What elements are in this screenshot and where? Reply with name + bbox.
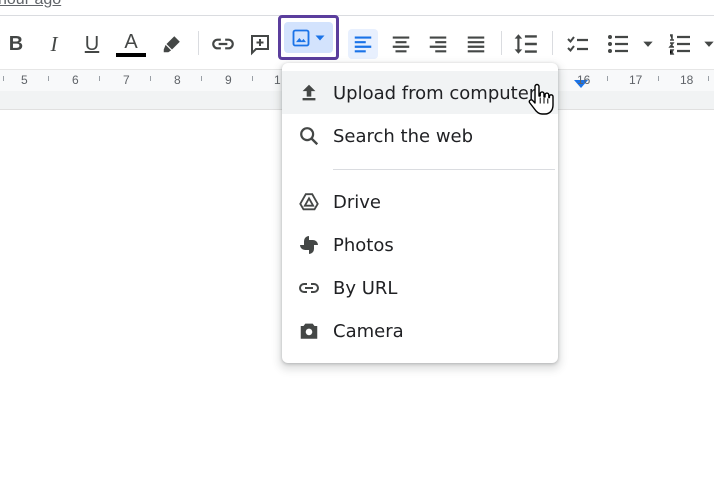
caret-down-icon xyxy=(643,41,653,47)
link-icon xyxy=(212,38,234,50)
align-right-icon xyxy=(429,36,447,53)
ruler-number: 1 xyxy=(274,73,281,87)
caret-down-icon xyxy=(704,41,714,47)
bulleted-list-button[interactable] xyxy=(603,29,633,59)
menu-item-label: Drive xyxy=(333,192,381,213)
toolbar-divider xyxy=(501,31,502,55)
menu-item-photos[interactable]: Photos xyxy=(282,223,558,266)
bulleted-list-icon xyxy=(608,35,628,53)
bold-button[interactable]: B xyxy=(1,29,31,59)
line-spacing-button[interactable] xyxy=(511,29,541,59)
ruler-number: 6 xyxy=(72,73,79,87)
italic-button[interactable]: I xyxy=(39,29,69,59)
align-right-button[interactable] xyxy=(423,29,453,59)
bulleted-list-dropdown[interactable] xyxy=(633,29,663,59)
toolbar-divider xyxy=(198,31,199,55)
checklist-icon xyxy=(567,36,588,53)
numbered-list-dropdown[interactable] xyxy=(694,29,714,59)
ruler-tick xyxy=(3,76,4,81)
hand-cursor-icon xyxy=(528,83,554,115)
link-icon xyxy=(297,276,321,300)
ruler-tick xyxy=(201,76,202,81)
ruler-tick xyxy=(658,76,659,81)
last-edit-link[interactable]: hour ago xyxy=(0,0,61,9)
ruler-tick xyxy=(252,76,253,81)
checklist-button[interactable] xyxy=(563,29,593,59)
menu-divider xyxy=(333,169,555,170)
highlight-color-button[interactable] xyxy=(157,29,187,59)
ruler-number: 17 xyxy=(629,73,643,87)
add-comment-button[interactable] xyxy=(245,29,275,59)
text-color-letter: A xyxy=(124,30,138,53)
caret-down-icon xyxy=(315,35,325,40)
insert-link-button[interactable] xyxy=(208,29,238,59)
menu-item-label: Photos xyxy=(333,235,394,256)
align-justify-icon xyxy=(467,36,485,53)
image-icon xyxy=(292,29,310,46)
menu-item-label: Upload from computer xyxy=(333,83,537,104)
numbered-list-button[interactable] xyxy=(665,29,695,59)
text-color-button[interactable]: A xyxy=(116,29,146,59)
ruler-tick xyxy=(99,76,100,81)
ruler-tick xyxy=(607,76,608,81)
insert-image-button[interactable] xyxy=(278,15,339,60)
ruler-tick xyxy=(150,76,151,81)
drive-icon xyxy=(297,190,321,214)
ruler-number: 9 xyxy=(225,73,232,87)
document-title-bar: hour ago xyxy=(0,0,714,16)
menu-item-label: By URL xyxy=(333,278,398,299)
ruler-number: 7 xyxy=(123,73,130,87)
menu-item-by-url[interactable]: By URL xyxy=(282,266,558,309)
ruler-tick xyxy=(708,76,709,81)
camera-icon xyxy=(297,319,321,343)
highlighter-icon xyxy=(163,36,180,53)
insert-image-menu: Upload from computer Search the web Driv… xyxy=(282,63,558,363)
ruler-number: 8 xyxy=(174,73,181,87)
menu-item-label: Search the web xyxy=(333,126,474,147)
ruler-number: 18 xyxy=(680,73,694,87)
add-comment-icon xyxy=(251,35,269,56)
menu-item-upload-from-computer[interactable]: Upload from computer xyxy=(282,71,558,114)
search-icon xyxy=(297,124,321,148)
ruler-number: 5 xyxy=(21,73,28,87)
align-center-icon xyxy=(392,36,410,53)
ruler-tick xyxy=(48,76,49,81)
underline-button[interactable]: U xyxy=(77,29,107,59)
menu-item-search-the-web[interactable]: Search the web xyxy=(282,114,558,157)
menu-item-camera[interactable]: Camera xyxy=(282,309,558,352)
menu-item-drive[interactable]: Drive xyxy=(282,180,558,223)
photos-icon xyxy=(297,233,321,257)
formatting-toolbar: B I U A xyxy=(0,17,714,69)
toolbar-divider xyxy=(552,31,553,55)
menu-item-label: Camera xyxy=(333,321,404,342)
align-center-button[interactable] xyxy=(386,29,416,59)
numbered-list-icon xyxy=(668,34,690,55)
line-spacing-icon xyxy=(514,34,537,54)
align-left-button[interactable] xyxy=(348,29,378,59)
insert-image-button-inner[interactable] xyxy=(284,22,333,53)
upload-icon xyxy=(297,81,321,105)
align-left-icon xyxy=(354,36,372,53)
text-color-swatch xyxy=(116,52,146,57)
justify-button[interactable] xyxy=(461,29,491,59)
ruler-number: 16 xyxy=(577,73,591,87)
